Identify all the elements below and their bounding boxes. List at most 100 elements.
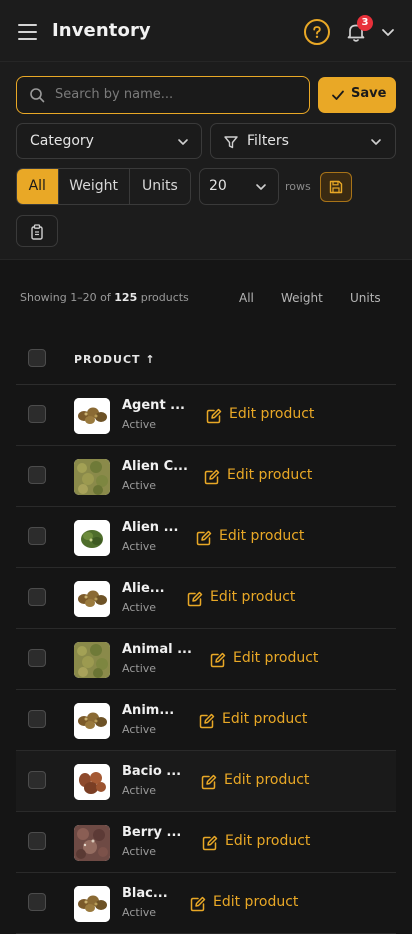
product-name[interactable]: Bacio ... bbox=[122, 764, 181, 779]
view-link-units[interactable]: Units bbox=[350, 291, 381, 305]
edit-pencil-icon bbox=[206, 408, 222, 424]
save-layout-button[interactable] bbox=[320, 172, 352, 202]
filters-select[interactable]: Filters bbox=[210, 123, 396, 159]
edit-pencil-icon bbox=[202, 835, 218, 851]
account-chevron-down-icon[interactable] bbox=[380, 24, 396, 40]
table-body: Agent ... Active Edit product Alien C... Act… bbox=[16, 385, 396, 934]
chevron-down-icon bbox=[256, 184, 266, 190]
row-checkbox[interactable] bbox=[28, 405, 46, 423]
product-name[interactable]: Anim... bbox=[122, 703, 174, 718]
table-row[interactable]: Alien C... Active Edit product bbox=[16, 446, 396, 507]
row-checkbox[interactable] bbox=[28, 588, 46, 606]
product-thumbnail bbox=[74, 764, 110, 800]
edit-pencil-icon bbox=[187, 591, 203, 607]
filter-toolbar: Save Category Filters All Weight Units 2… bbox=[0, 62, 412, 260]
notification-badge: 3 bbox=[357, 15, 373, 31]
product-status: Active bbox=[122, 418, 157, 431]
table-row[interactable]: Animal ... Active Edit product bbox=[16, 629, 396, 690]
app-header: Inventory 3 bbox=[0, 0, 412, 62]
product-status: Active bbox=[122, 906, 157, 919]
product-thumbnail bbox=[74, 825, 110, 861]
view-option-all[interactable]: All bbox=[17, 169, 59, 204]
view-link-weight[interactable]: Weight bbox=[281, 291, 323, 305]
save-button-label: Save bbox=[351, 86, 387, 101]
rows-per-page-value: 20 bbox=[209, 178, 227, 194]
product-thumbnail bbox=[74, 520, 110, 556]
edit-product-label: Edit product bbox=[225, 833, 311, 849]
floppy-disk-icon bbox=[329, 180, 343, 194]
search-icon bbox=[30, 88, 45, 103]
summary-suffix: products bbox=[137, 291, 189, 304]
product-status: Active bbox=[122, 845, 157, 858]
table-row[interactable]: Berry ... Active Edit product bbox=[16, 812, 396, 873]
product-name[interactable]: Alien ... bbox=[122, 520, 178, 535]
clipboard-icon bbox=[31, 224, 43, 240]
row-checkbox[interactable] bbox=[28, 893, 46, 911]
view-link-all[interactable]: All bbox=[239, 291, 254, 305]
product-column-header[interactable]: PRODUCT ↑ bbox=[74, 353, 156, 366]
menu-icon[interactable] bbox=[18, 24, 37, 40]
edit-product-label: Edit product bbox=[219, 528, 305, 544]
row-checkbox[interactable] bbox=[28, 771, 46, 789]
row-checkbox[interactable] bbox=[28, 710, 46, 728]
product-thumbnail bbox=[74, 459, 110, 495]
summary-total: 125 bbox=[114, 291, 138, 304]
summary-prefix: Showing 1–20 of bbox=[20, 291, 115, 304]
rows-label: rows bbox=[285, 180, 311, 193]
view-mode-segmented-control: All Weight Units bbox=[16, 168, 191, 205]
table-row[interactable]: Alien ... Active Edit product bbox=[16, 507, 396, 568]
product-status: Active bbox=[122, 723, 157, 736]
product-name[interactable]: Alien C... bbox=[122, 459, 188, 474]
product-thumbnail bbox=[74, 642, 110, 678]
edit-product-label: Edit product bbox=[210, 589, 296, 605]
rows-per-page-select[interactable]: 20 bbox=[199, 168, 279, 205]
row-checkbox[interactable] bbox=[28, 527, 46, 545]
filters-select-label: Filters bbox=[247, 133, 289, 149]
product-thumbnail bbox=[74, 581, 110, 617]
table-row[interactable]: Alie... Active Edit product bbox=[16, 568, 396, 629]
results-summary: Showing 1–20 of 125 products bbox=[20, 291, 189, 304]
table-row[interactable]: Bacio ... Active Edit product bbox=[16, 751, 396, 812]
edit-pencil-icon bbox=[196, 530, 212, 546]
edit-product-label: Edit product bbox=[227, 467, 313, 483]
chevron-down-icon bbox=[178, 139, 188, 145]
table-row[interactable]: Agent ... Active Edit product bbox=[16, 385, 396, 446]
search-input[interactable] bbox=[55, 77, 303, 112]
product-thumbnail bbox=[74, 398, 110, 434]
product-status: Active bbox=[122, 479, 157, 492]
product-status: Active bbox=[122, 601, 157, 614]
edit-pencil-icon bbox=[201, 774, 217, 790]
edit-product-label: Edit product bbox=[222, 711, 308, 727]
view-option-weight[interactable]: Weight bbox=[59, 169, 130, 204]
row-checkbox[interactable] bbox=[28, 466, 46, 484]
edit-pencil-icon bbox=[210, 652, 226, 668]
product-status: Active bbox=[122, 784, 157, 797]
view-option-units[interactable]: Units bbox=[130, 169, 190, 204]
table-row[interactable]: Anim... Active Edit product bbox=[16, 690, 396, 751]
clipboard-button[interactable] bbox=[16, 215, 58, 247]
product-name[interactable]: Alie... bbox=[122, 581, 165, 596]
filter-funnel-icon bbox=[224, 136, 238, 149]
product-status: Active bbox=[122, 540, 157, 553]
save-button[interactable]: Save bbox=[318, 77, 396, 113]
product-name[interactable]: Animal ... bbox=[122, 642, 192, 657]
edit-product-label: Edit product bbox=[229, 406, 315, 422]
edit-product-label: Edit product bbox=[213, 894, 299, 910]
products-table: PRODUCT ↑ Agent ... Active Edit product Ali… bbox=[16, 332, 396, 934]
row-checkbox[interactable] bbox=[28, 832, 46, 850]
product-thumbnail bbox=[74, 703, 110, 739]
table-row[interactable]: Blac... Active Edit product bbox=[16, 873, 396, 934]
edit-product-label: Edit product bbox=[233, 650, 319, 666]
page-title: Inventory bbox=[52, 20, 151, 41]
row-checkbox[interactable] bbox=[28, 649, 46, 667]
edit-pencil-icon bbox=[204, 469, 220, 485]
product-name[interactable]: Berry ... bbox=[122, 825, 181, 840]
help-icon[interactable] bbox=[304, 19, 330, 45]
select-all-checkbox[interactable] bbox=[28, 349, 46, 367]
category-select-label: Category bbox=[30, 133, 94, 149]
search-box bbox=[16, 76, 310, 114]
product-name[interactable]: Blac... bbox=[122, 886, 168, 901]
check-icon bbox=[332, 90, 344, 100]
category-select[interactable]: Category bbox=[16, 123, 202, 159]
product-name[interactable]: Agent ... bbox=[122, 398, 185, 413]
